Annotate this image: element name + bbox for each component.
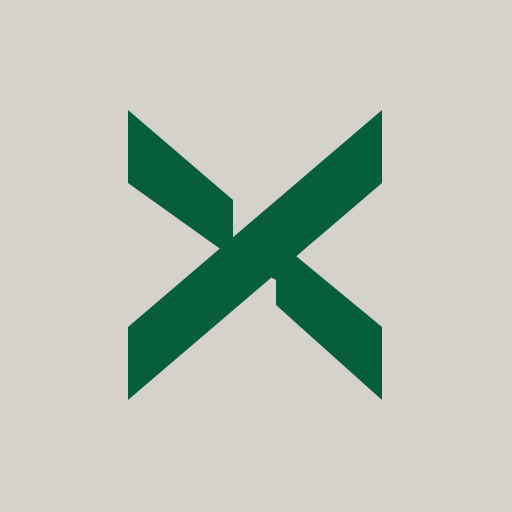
x-mark-logo-icon [0, 0, 512, 512]
app-icon [0, 0, 512, 512]
